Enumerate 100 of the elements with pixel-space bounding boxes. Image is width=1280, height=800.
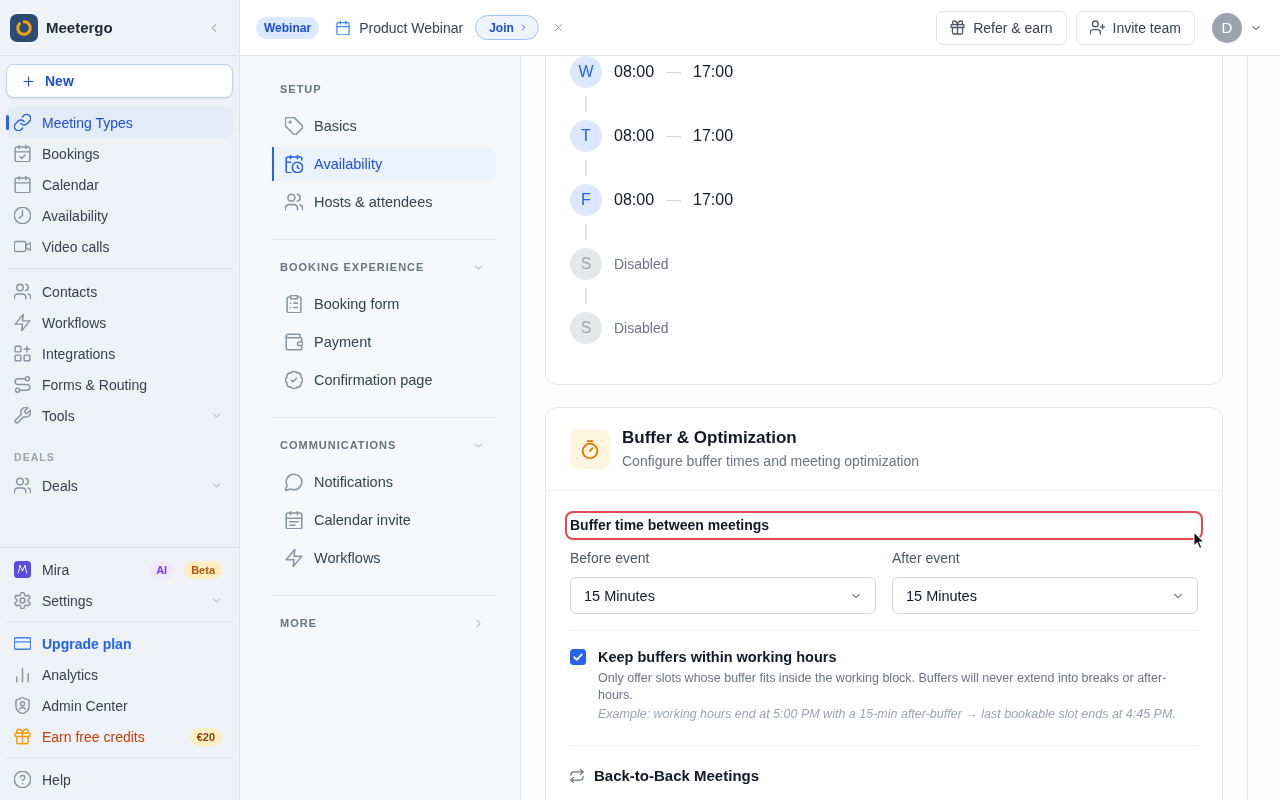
mouse-pointer-icon bbox=[1193, 531, 1206, 550]
start-time: 08:00 bbox=[614, 127, 655, 145]
settings-nav-item[interactable]: Basics bbox=[272, 109, 496, 143]
day-initial: S bbox=[570, 248, 602, 280]
section-heading[interactable]: BOOKING EXPERIENCE bbox=[272, 257, 496, 277]
chevron-right-icon bbox=[473, 617, 484, 629]
time-range-dash bbox=[666, 71, 682, 73]
sidebar-item[interactable]: Meeting Types bbox=[6, 107, 233, 138]
calendar-icon bbox=[285, 511, 303, 529]
gift-icon bbox=[950, 20, 966, 35]
wrench-icon bbox=[14, 407, 31, 424]
settings-nav-item[interactable]: Calendar invite bbox=[272, 503, 496, 537]
calendar-icon bbox=[336, 20, 351, 35]
section-heading: SETUP bbox=[279, 82, 323, 97]
credit-card-icon bbox=[14, 635, 31, 652]
people-icon bbox=[285, 193, 303, 211]
duration-select[interactable]: 15 Minutes bbox=[892, 577, 1198, 614]
sidebar-item[interactable]: Integrations bbox=[6, 338, 233, 369]
card-title: Buffer & Optimization bbox=[622, 427, 798, 448]
settings-nav-item[interactable]: Booking form bbox=[272, 287, 496, 321]
settings-nav-item[interactable]: Notifications bbox=[272, 465, 496, 499]
gift-icon bbox=[14, 728, 31, 745]
sidebar-item[interactable]: Tools bbox=[6, 400, 233, 431]
sidebar-item[interactable]: Deals bbox=[6, 470, 233, 501]
calendar-icon bbox=[14, 176, 31, 193]
route-icon bbox=[14, 376, 31, 393]
bar-chart-icon bbox=[14, 666, 31, 683]
end-time: 17:00 bbox=[693, 191, 734, 209]
clock-icon bbox=[14, 207, 31, 224]
section-heading[interactable]: MORE bbox=[272, 613, 496, 633]
sidebar-item[interactable]: Earn free credits €20 bbox=[6, 721, 233, 752]
day-initial: T bbox=[570, 120, 602, 152]
credit-amount: €20 bbox=[189, 727, 222, 746]
video-camera-icon bbox=[14, 238, 31, 255]
duration-select[interactable]: 15 Minutes bbox=[570, 577, 876, 614]
beta-label: Beta bbox=[184, 560, 222, 579]
sidebar-item[interactable]: Settings bbox=[6, 585, 233, 616]
settings-icon bbox=[14, 592, 31, 609]
clipboard-icon bbox=[285, 295, 303, 313]
close-icon[interactable] bbox=[552, 22, 564, 33]
sidebar-item[interactable]: Contacts bbox=[6, 276, 233, 307]
wallet-icon bbox=[285, 333, 303, 351]
link-icon bbox=[14, 114, 31, 131]
grid-plus-icon bbox=[14, 345, 31, 362]
lightning-icon bbox=[14, 314, 31, 331]
sidebar-item[interactable]: Analytics bbox=[6, 659, 233, 690]
card-subtitle: Configure buffer times and meeting optimization bbox=[622, 452, 919, 471]
ai-assistant-icon bbox=[14, 561, 31, 578]
chevron-down-icon bbox=[211, 410, 222, 421]
end-time: 17:00 bbox=[693, 127, 734, 145]
new-button[interactable]: New bbox=[6, 64, 233, 98]
option-example: Example: working hours end at 5:00 PM with a 15-min after-buffer → last bookable slot ends at 4:45 PM. bbox=[598, 706, 1177, 723]
day-initial: S bbox=[570, 312, 602, 344]
brand-name: Meetergo bbox=[46, 19, 113, 36]
day-initial: F bbox=[570, 184, 602, 216]
sidebar-item[interactable]: Video calls bbox=[6, 231, 233, 262]
time-range-dash bbox=[666, 199, 682, 201]
check-seal-icon bbox=[285, 371, 303, 389]
day-initial: W bbox=[570, 56, 602, 88]
sidebar-item[interactable]: Calendar bbox=[6, 169, 233, 200]
join-button[interactable]: Join bbox=[475, 15, 539, 40]
chat-bubble-icon bbox=[285, 473, 303, 491]
repeat-icon bbox=[570, 769, 584, 783]
event-title: Product Webinar bbox=[359, 19, 464, 36]
day-status: Disabled bbox=[614, 256, 669, 272]
sidebar-item[interactable]: Availability bbox=[6, 200, 233, 231]
event-type-label: Webinar bbox=[256, 16, 320, 39]
field-label: Before event bbox=[570, 550, 651, 566]
help-icon bbox=[14, 771, 31, 788]
start-time: 08:00 bbox=[614, 191, 655, 209]
sidebar-item[interactable]: Help bbox=[6, 764, 233, 795]
section-heading[interactable]: COMMUNICATIONS bbox=[272, 435, 496, 455]
calendar-check-icon bbox=[14, 145, 31, 162]
sidebar-item[interactable]: Forms & Routing bbox=[6, 369, 233, 400]
option-title: Keep buffers within working hours bbox=[598, 649, 838, 666]
chevron-down-icon bbox=[211, 480, 222, 491]
refer-button[interactable]: Refer & earn bbox=[936, 10, 1067, 45]
calendar-clock-icon bbox=[285, 155, 303, 173]
shield-user-icon bbox=[14, 697, 31, 714]
section-title: Back-to-Back Meetings bbox=[594, 766, 760, 786]
plus-icon bbox=[22, 74, 35, 88]
settings-nav-item[interactable]: Payment bbox=[272, 325, 496, 359]
time-range-dash bbox=[666, 135, 682, 137]
settings-nav-item[interactable]: Availability bbox=[272, 147, 496, 181]
sidebar-item[interactable]: Upgrade plan bbox=[6, 628, 233, 659]
settings-nav-item[interactable]: Hosts & attendees bbox=[272, 185, 496, 219]
sidebar-item[interactable]: Bookings bbox=[6, 138, 233, 169]
ai-label: AI bbox=[149, 560, 175, 579]
settings-nav-item[interactable]: Confirmation page bbox=[272, 363, 496, 397]
app-logo-icon bbox=[10, 13, 38, 42]
settings-nav-item[interactable]: Workflows bbox=[272, 541, 496, 575]
sidebar-item[interactable]: Admin Center bbox=[6, 690, 233, 721]
buffer-time-label: Buffer time between meetings bbox=[565, 511, 1203, 540]
sidebar-item[interactable]: Workflows bbox=[6, 307, 233, 338]
start-time: 08:00 bbox=[614, 63, 655, 81]
tag-icon bbox=[285, 117, 303, 135]
invite-team-button[interactable]: Invite team bbox=[1075, 10, 1195, 45]
sidebar-item[interactable]: Mira AI Beta bbox=[6, 554, 233, 585]
checkbox[interactable] bbox=[570, 649, 586, 665]
option-description: Only offer slots whose buffer fits inside the working block. Buffers will never extend into breaks or after-hours. bbox=[598, 670, 1168, 704]
